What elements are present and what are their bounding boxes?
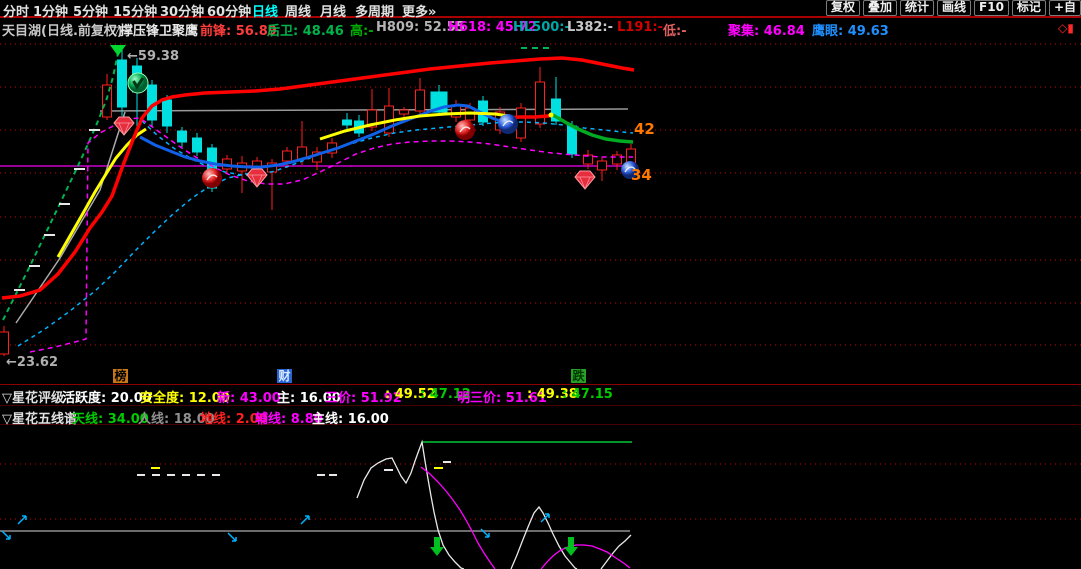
candle-body (193, 138, 202, 152)
toolbar-button-7[interactable]: +自 (1049, 0, 1081, 16)
chart-price-label: ←59.38 (127, 49, 179, 64)
toolbar-buttons: 复权叠加统计画线F10标记+自 (823, 0, 1081, 16)
chart-price-label: ←23.62 (6, 355, 58, 368)
panel1-field-11: : 47.15 (562, 387, 613, 402)
main-chart-canvas[interactable]: ←59.38 ←23.62 42 34 (0, 37, 1081, 368)
candle-body (118, 60, 127, 107)
gem-icon (114, 117, 134, 135)
title-field-10: L191:- (617, 20, 663, 35)
blue-ball-icon (498, 114, 518, 134)
indicator-line (511, 507, 577, 569)
indicator-line (421, 467, 495, 569)
candle-body (163, 100, 172, 126)
toolbar-button-3[interactable]: 统计 (900, 0, 934, 16)
red-ball-icon (455, 120, 475, 140)
chart-tab-2[interactable]: 财 (277, 369, 292, 383)
cyan-down-arrow-icon (2, 531, 10, 539)
candle-body (400, 110, 409, 114)
candle-body (0, 332, 9, 354)
chart-price-label: 42 (634, 120, 655, 138)
red-ball-icon (202, 168, 222, 188)
corner-diamond-icon[interactable]: ◇▮ (1058, 21, 1074, 35)
panel-xinghua-staff: ▽星花五线谱天线: 34.00人线: 18.00地线: 2.00辅线: 8.80… (0, 406, 1081, 425)
panel-xinghua-rating: ▽星花评级活跃度: 20.00安全度: 12.00新: 43.00主: 16.0… (0, 385, 1081, 406)
toolbar-button-6[interactable]: 标记 (1012, 0, 1046, 16)
toolbar-button-4[interactable]: 画线 (937, 0, 971, 16)
title-field-9: L382:- (567, 20, 613, 35)
gem-icon (575, 171, 595, 189)
sell-triangle-icon (110, 45, 126, 56)
panel1-field-1[interactable]: ▽星花评级 (2, 387, 64, 406)
cyan-up-arrow-icon (541, 514, 549, 522)
trading-app-window: { "toolbar": { "periods": [ {"label":"分时… (0, 0, 1081, 569)
candle-body (598, 161, 607, 170)
panel1-field-4: 新: 43.00 (217, 387, 281, 406)
cyan-up-arrow-icon (18, 516, 26, 524)
toolbar-button-2[interactable]: 叠加 (863, 0, 897, 16)
chart-tab-1[interactable]: 榜 (113, 369, 128, 383)
indicator-title-bar: ◇▮ 天目湖(日线.前复权)▽撑压锋卫聚鹰前锋: 56.89后卫: 48.46高… (0, 18, 1081, 37)
oscillator-chart-canvas[interactable] (0, 425, 1081, 569)
cyan-down-arrow-icon (228, 533, 236, 541)
indicator-line (100, 109, 628, 111)
candle-body (178, 131, 187, 142)
candle-body (568, 126, 577, 154)
candle-body (343, 120, 352, 125)
title-field-8: HL500:- (513, 20, 570, 35)
green-down-arrow-icon (564, 537, 578, 556)
panel1-field-2: 活跃度: 20.00 (62, 387, 152, 406)
toolbar-button-5[interactable]: F10 (974, 0, 1009, 16)
chart-tab-3[interactable]: 跌 (571, 369, 586, 383)
candle-body (283, 151, 292, 161)
period-toolbar: 复权叠加统计画线F10标记+自 分时1分钟5分钟15分钟30分钟60分钟日线周线… (0, 0, 1081, 18)
yellow-dot-marker (549, 113, 554, 118)
main-chart-svg: ←59.38 ←23.62 42 34 (0, 37, 1081, 368)
chart-footer-tabs: 榜财跌 (0, 368, 1081, 385)
cyan-down-arrow-icon (481, 529, 489, 537)
candle-body (416, 90, 425, 111)
cyan-up-arrow-icon (301, 516, 309, 524)
chart-price-label: 34 (631, 166, 652, 184)
toolbar-button-1[interactable]: 复权 (826, 0, 860, 16)
bottom-chart-svg (0, 425, 1081, 569)
